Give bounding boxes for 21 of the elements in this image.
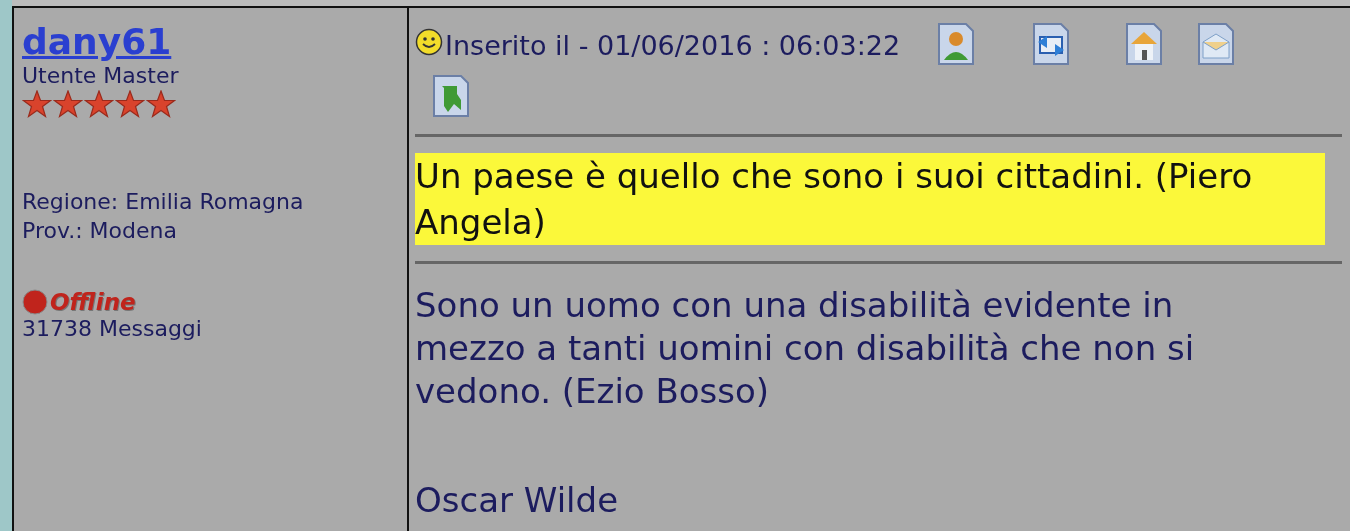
star-icon bbox=[146, 90, 176, 119]
smiley-icon bbox=[415, 28, 443, 56]
user-region: Regione: Emilia Romagna bbox=[22, 188, 304, 217]
highlighted-quote: Un paese è quello che sono i suoi cittadini. (Piero Angela) bbox=[415, 153, 1325, 245]
home-icon[interactable] bbox=[1124, 22, 1165, 66]
post-count: 31738 Messaggi bbox=[22, 315, 202, 344]
username-link[interactable]: dany61 bbox=[22, 22, 172, 62]
post-text: Sono un uomo con una disabilità evidente in mezzo a tanti uomini con disabilità che non si vedono. (Ezio Bosso) bbox=[415, 284, 1196, 413]
star-icon bbox=[22, 90, 52, 119]
status-label: Offline bbox=[50, 289, 136, 316]
user-province: Prov.: Modena bbox=[22, 216, 177, 245]
mail-icon[interactable] bbox=[1196, 22, 1237, 66]
star-icon bbox=[84, 90, 114, 119]
star-icon bbox=[115, 90, 145, 119]
sync-icon[interactable] bbox=[1031, 22, 1072, 66]
user-rank: Utente Master bbox=[22, 61, 179, 90]
profile-icon[interactable] bbox=[936, 22, 977, 66]
flag-icon[interactable] bbox=[431, 74, 471, 118]
post-date: Inserito il - 01/06/2016 : 06:03:22 bbox=[445, 30, 901, 61]
star-icon bbox=[53, 90, 83, 119]
signature-text: Oscar Wilde bbox=[415, 479, 620, 522]
